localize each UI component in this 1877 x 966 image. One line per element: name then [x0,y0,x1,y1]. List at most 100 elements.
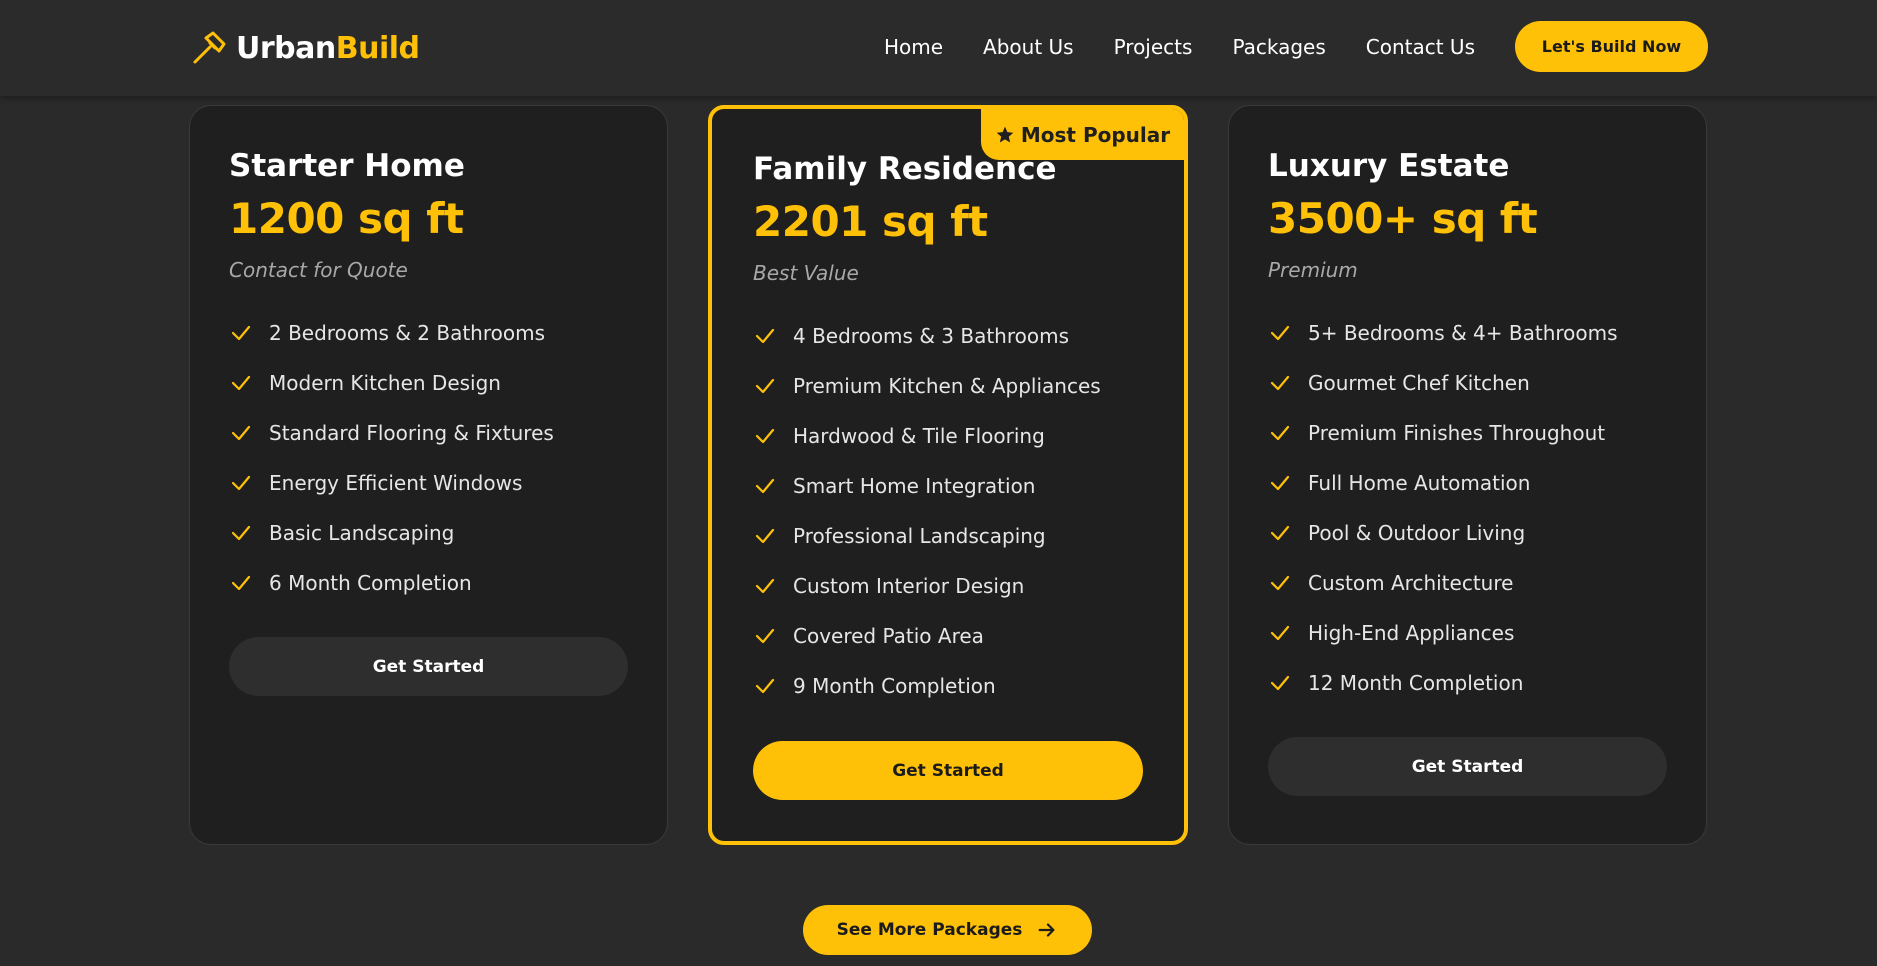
get-started-button[interactable]: Get Started [229,637,628,696]
feature-label: Covered Patio Area [793,624,984,648]
check-icon [755,528,775,544]
check-icon [1270,475,1290,491]
check-icon [755,478,775,494]
feature-item: Pool & Outdoor Living [1268,508,1618,558]
feature-label: Pool & Outdoor Living [1308,521,1526,545]
feature-label: 5+ Bedrooms & 4+ Bathrooms [1308,321,1618,345]
package-card-luxury: Luxury Estate 3500+ sq ft Premium 5+ Bed… [1228,105,1707,845]
feature-item: 6 Month Completion [229,558,554,608]
navbar: UrbanBuild Home About Us Projects Packag… [0,0,1877,96]
check-icon [1270,675,1290,691]
check-icon [755,428,775,444]
feature-item: 5+ Bedrooms & 4+ Bathrooms [1268,308,1618,358]
feature-label: Custom Architecture [1308,571,1514,595]
feature-label: 12 Month Completion [1308,671,1524,695]
feature-list: 5+ Bedrooms & 4+ Bathrooms Gourmet Chef … [1268,308,1618,708]
arrow-right-icon [1038,923,1055,937]
check-icon [1270,625,1290,641]
feature-list: 2 Bedrooms & 2 Bathrooms Modern Kitchen … [229,308,554,608]
star-icon [996,126,1014,142]
package-title: Luxury Estate [1268,148,1510,184]
brand-name-part1: Urban [236,30,336,66]
get-started-button[interactable]: Get Started [753,741,1143,800]
feature-label: Custom Interior Design [793,574,1025,598]
check-icon [231,575,251,591]
feature-item: Modern Kitchen Design [229,358,554,408]
feature-item: Smart Home Integration [753,461,1101,511]
check-icon [755,678,775,694]
feature-item: Custom Architecture [1268,558,1618,608]
feature-item: Standard Flooring & Fixtures [229,408,554,458]
package-size: 3500+ sq ft [1268,194,1538,243]
feature-item: 2 Bedrooms & 2 Bathrooms [229,308,554,358]
check-icon [755,628,775,644]
feature-item: Premium Finishes Throughout [1268,408,1618,458]
feature-label: Energy Efficient Windows [269,471,523,495]
feature-item: Energy Efficient Windows [229,458,554,508]
nav-home[interactable]: Home [884,35,943,59]
brand-logo[interactable]: UrbanBuild [190,28,420,68]
feature-label: Premium Finishes Throughout [1308,421,1606,445]
package-subtitle: Premium [1268,258,1358,282]
feature-label: Gourmet Chef Kitchen [1308,371,1530,395]
package-title: Family Residence [753,151,1057,187]
package-card-starter: Starter Home 1200 sq ft Contact for Quot… [189,105,668,845]
feature-item: Full Home Automation [1268,458,1618,508]
feature-item: Premium Kitchen & Appliances [753,361,1101,411]
check-icon [755,378,775,394]
feature-item: 12 Month Completion [1268,658,1618,708]
package-size: 1200 sq ft [229,194,464,243]
feature-item: High-End Appliances [1268,608,1618,658]
feature-label: Full Home Automation [1308,471,1531,495]
check-icon [755,328,775,344]
feature-label: Hardwood & Tile Flooring [793,424,1045,448]
feature-label: 9 Month Completion [793,674,996,698]
feature-item: Custom Interior Design [753,561,1101,611]
feature-label: Modern Kitchen Design [269,371,501,395]
feature-label: 2 Bedrooms & 2 Bathrooms [269,321,546,345]
feature-item: 4 Bedrooms & 3 Bathrooms [753,311,1101,361]
feature-label: Basic Landscaping [269,521,455,545]
check-icon [1270,325,1290,341]
check-icon [231,475,251,491]
check-icon [231,425,251,441]
package-title: Starter Home [229,148,465,184]
check-icon [1270,425,1290,441]
package-size: 2201 sq ft [753,197,988,246]
package-subtitle: Contact for Quote [229,258,408,282]
feature-item: Basic Landscaping [229,508,554,558]
feature-label: 6 Month Completion [269,571,472,595]
check-icon [1270,525,1290,541]
feature-label: Standard Flooring & Fixtures [269,421,554,445]
package-subtitle: Best Value [753,261,859,285]
check-icon [1270,575,1290,591]
package-card-family: Most Popular Family Residence 2201 sq ft… [708,105,1188,845]
feature-item: Gourmet Chef Kitchen [1268,358,1618,408]
hammer-icon [193,31,226,64]
check-icon [231,375,251,391]
nav-contact-us[interactable]: Contact Us [1366,35,1475,59]
badge-label: Most Popular [1020,122,1171,147]
check-icon [231,525,251,541]
see-more-label: See More Packages [836,920,1023,940]
feature-item: 9 Month Completion [753,661,1101,711]
feature-label: 4 Bedrooms & 3 Bathrooms [793,324,1070,348]
feature-label: Smart Home Integration [793,474,1036,498]
feature-label: Professional Landscaping [793,524,1046,548]
check-icon [231,325,251,341]
nav-links: Home About Us Projects Packages Contact … [884,30,1475,64]
get-started-button[interactable]: Get Started [1268,737,1667,796]
nav-projects[interactable]: Projects [1114,35,1193,59]
feature-label: High-End Appliances [1308,621,1515,645]
check-icon [1270,375,1290,391]
brand-name-part2: Build [335,30,420,66]
feature-item: Professional Landscaping [753,511,1101,561]
feature-label: Premium Kitchen & Appliances [793,374,1101,398]
nav-packages[interactable]: Packages [1232,35,1325,59]
lets-build-now-button[interactable]: Let's Build Now [1515,21,1708,72]
feature-list: 4 Bedrooms & 3 Bathrooms Premium Kitchen… [753,311,1101,711]
see-more-packages-button[interactable]: See More Packages [803,905,1092,955]
nav-about-us[interactable]: About Us [983,35,1074,59]
feature-item: Covered Patio Area [753,611,1101,661]
check-icon [755,578,775,594]
